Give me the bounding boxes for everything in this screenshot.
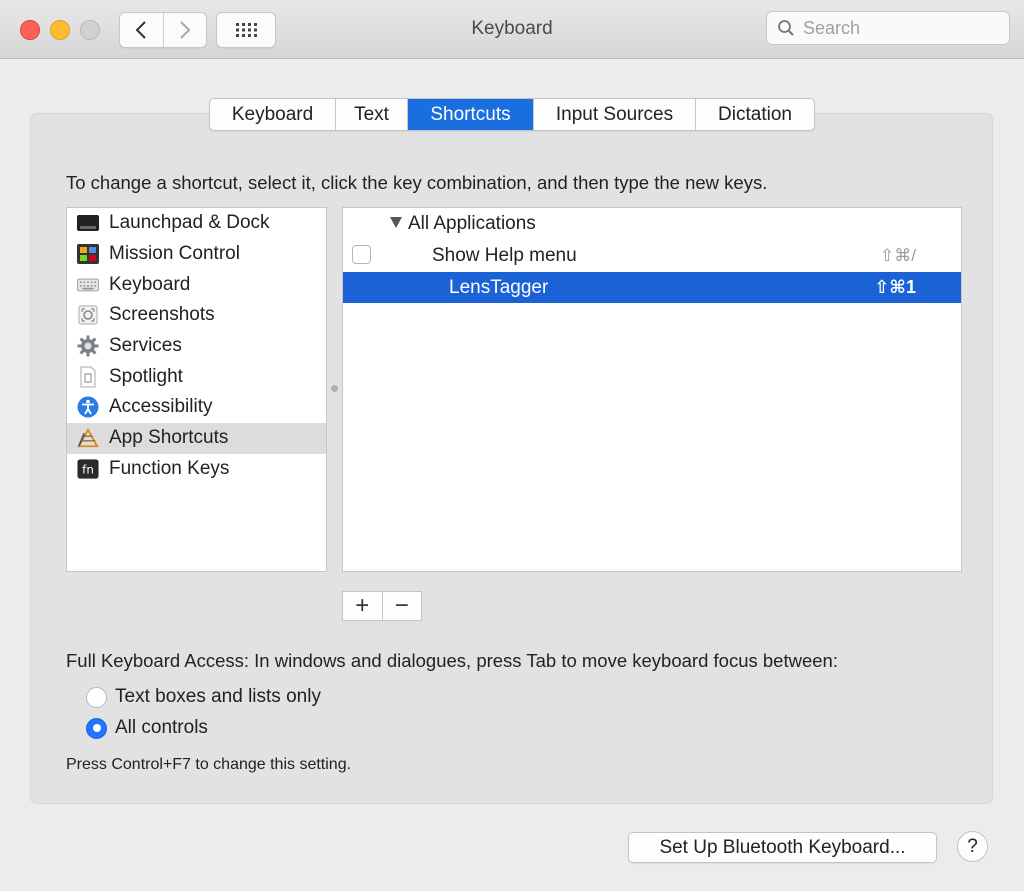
- shortcut-hint-text: Press Control+F7 to change this setting.: [66, 756, 352, 773]
- shortcut-group-row[interactable]: All Applications: [343, 208, 961, 239]
- full-keyboard-access-label: Full Keyboard Access: In windows and dia…: [66, 650, 838, 671]
- shortcut-keys[interactable]: ⇧⌘1: [874, 277, 916, 298]
- category-label: Accessibility: [109, 396, 213, 418]
- search-icon: [777, 19, 795, 37]
- category-screenshots[interactable]: Screenshots: [67, 300, 326, 331]
- category-label: Screenshots: [109, 304, 215, 326]
- add-shortcut-button[interactable]: +: [343, 592, 382, 620]
- instruction-text: To change a shortcut, select it, click t…: [66, 172, 768, 193]
- help-button[interactable]: ?: [957, 831, 988, 862]
- radio-button-selected[interactable]: [86, 717, 107, 739]
- document-icon: [77, 366, 99, 388]
- category-app-shortcuts[interactable]: App Shortcuts: [67, 422, 326, 454]
- category-services[interactable]: Services: [67, 331, 326, 362]
- split-view-divider[interactable]: [331, 385, 338, 392]
- keyboard-icon: [77, 274, 99, 296]
- tab-text[interactable]: Text: [335, 99, 407, 130]
- category-spotlight[interactable]: Spotlight: [67, 361, 326, 392]
- tab-shortcuts[interactable]: Shortcuts: [407, 99, 533, 130]
- add-remove-control: + −: [342, 591, 422, 621]
- radio-label: All controls: [115, 717, 208, 738]
- shortcut-enabled-checkbox[interactable]: [352, 245, 371, 264]
- svg-text:fn: fn: [82, 462, 94, 476]
- category-accessibility[interactable]: Accessibility: [67, 392, 326, 423]
- accessibility-icon: [77, 396, 99, 418]
- shortcut-row[interactable]: Show Help menu ⇧⌘/: [343, 240, 961, 271]
- search-field[interactable]: [766, 11, 1010, 45]
- app-shortcuts-icon: [77, 427, 99, 449]
- category-label: Mission Control: [109, 243, 240, 265]
- search-input[interactable]: [801, 16, 1005, 40]
- tab-input-sources[interactable]: Input Sources: [533, 99, 695, 130]
- category-label: Spotlight: [109, 365, 183, 387]
- screenshot-icon: [77, 304, 99, 326]
- radio-all-controls[interactable]: All controls: [86, 717, 208, 739]
- category-label: Launchpad & Dock: [109, 212, 270, 234]
- mission-control-icon: [77, 243, 99, 265]
- shortcut-label: LensTagger: [449, 276, 549, 298]
- title-bar: Keyboard: [0, 0, 1024, 59]
- category-label: Services: [109, 335, 182, 357]
- shortcut-group-label: All Applications: [408, 212, 536, 234]
- fn-key-icon: fn: [77, 458, 99, 480]
- shortcut-label: Show Help menu: [432, 244, 577, 266]
- shortcut-row-selected[interactable]: LensTagger ⇧⌘1: [343, 272, 961, 303]
- remove-shortcut-button[interactable]: −: [381, 592, 422, 620]
- shortcut-keys[interactable]: ⇧⌘/: [880, 246, 916, 266]
- category-label: Keyboard: [109, 273, 191, 295]
- category-launchpad-dock[interactable]: Launchpad & Dock: [67, 208, 326, 239]
- launchpad-dock-icon: [77, 212, 99, 234]
- radio-text-boxes-lists[interactable]: Text boxes and lists only: [86, 686, 321, 708]
- radio-button[interactable]: [86, 686, 107, 708]
- tab-dictation[interactable]: Dictation: [695, 99, 814, 130]
- gear-icon: [77, 335, 99, 357]
- category-mission-control[interactable]: Mission Control: [67, 239, 326, 270]
- disclosure-triangle-icon[interactable]: [390, 217, 402, 228]
- category-function-keys[interactable]: fn Function Keys: [67, 454, 326, 485]
- shortcut-list[interactable]: All Applications Show Help menu ⇧⌘/ Lens…: [342, 207, 962, 572]
- category-label: App Shortcuts: [109, 427, 229, 449]
- category-label: Function Keys: [109, 457, 230, 479]
- category-list[interactable]: Launchpad & Dock Mission Control Keyboar…: [66, 207, 327, 572]
- category-keyboard[interactable]: Keyboard: [67, 269, 326, 300]
- tab-bar: Keyboard Text Shortcuts Input Sources Di…: [209, 98, 815, 131]
- setup-bluetooth-keyboard-button[interactable]: Set Up Bluetooth Keyboard...: [628, 832, 937, 863]
- tab-keyboard[interactable]: Keyboard: [210, 99, 335, 130]
- radio-label: Text boxes and lists only: [115, 686, 321, 707]
